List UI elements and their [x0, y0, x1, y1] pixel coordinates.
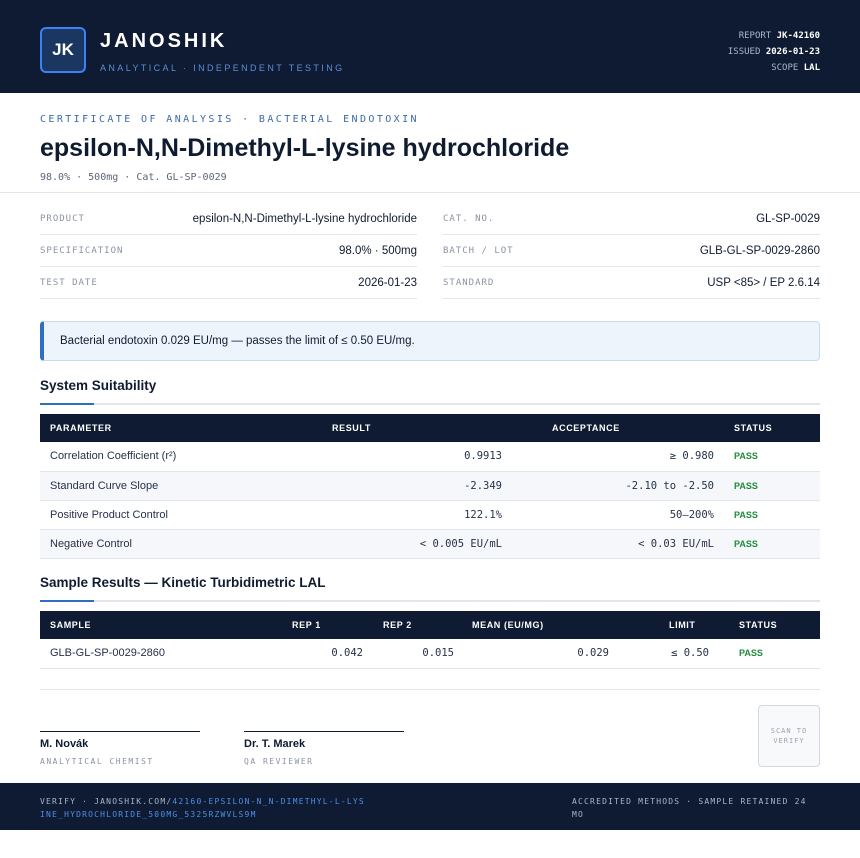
table-row: Correlation Coefficient (r²) 0.9913 ≥ 0.… [40, 442, 820, 472]
acceptance-cell: 50–200% [512, 500, 724, 530]
footer-note: ACCREDITED METHODS · SAMPLE RETAINED 24 … [572, 797, 807, 819]
table-header-row: SAMPLE REP 1 REP 2 MEAN (EU/MG) LIMIT ST… [40, 611, 820, 639]
info-product: PRODUCT epsilon-N,N-Dimethyl-L-lysine hy… [40, 203, 417, 235]
status-badge: PASS [724, 471, 820, 501]
acceptance-cell: ≥ 0.980 [512, 442, 724, 472]
suitability-table: PARAMETER RESULT ACCEPTANCE STATUS Corre… [40, 414, 820, 559]
info-cat-no: CAT. NO. GL-SP-0029 [443, 203, 820, 235]
samples-rule [40, 600, 820, 602]
verify-text: VERIFY · JANOSHIK.COM/42160-EPSILON-N_N-… [40, 795, 370, 821]
parameter-cell: Negative Control [40, 529, 322, 559]
info-value: 2026-01-23 [358, 276, 417, 289]
report-meta: REPORT JK-42160 ISSUED 2026-01-23 SCOPE … [728, 28, 820, 76]
column-header: REP 1 [292, 620, 321, 630]
signer-name: Dr. T. Marek [244, 738, 306, 750]
signer-role: QA REVIEWER [244, 757, 314, 766]
column-header: REP 2 [383, 620, 412, 630]
table-row: Positive Product Control 122.1% 50–200% … [40, 500, 820, 530]
report-label: REPORT [738, 31, 772, 41]
scope-row: SCOPE LAL [728, 60, 820, 76]
info-value: epsilon-N,N-Dimethyl-L-lysine hydrochlor… [192, 212, 417, 225]
table-row: GLB-GL-SP-0029-2860 0.042 0.015 0.029 ≤ … [40, 639, 820, 669]
info-label: SPECIFICATION [40, 245, 124, 256]
column-header: ACCEPTANCE [552, 423, 620, 433]
result-cell: -2.349 [322, 471, 512, 501]
acceptance-cell: -2.10 to -2.50 [512, 471, 724, 501]
brand-tagline: ANALYTICAL · INDEPENDENT TESTING [100, 63, 345, 73]
suitability-title: System Suitability [40, 378, 157, 393]
status-badge: PASS [724, 442, 820, 472]
info-standard: STANDARD USP <85> / EP 2.6.14 [443, 267, 820, 299]
info-value: GLB-GL-SP-0029-2860 [699, 244, 820, 257]
section-accent [40, 403, 94, 405]
scope-value: LAL [803, 63, 820, 73]
info-label: STANDARD [443, 277, 495, 288]
qr-caption: SCAN TO VERIFY [770, 727, 808, 745]
issued-label: ISSUED [727, 47, 761, 57]
table-row: Standard Curve Slope -2.349 -2.10 to -2.… [40, 471, 820, 501]
result-cell: 0.9913 [322, 442, 512, 472]
info-label: CAT. NO. [443, 213, 495, 224]
mean-cell: 0.029 [464, 639, 619, 669]
parameter-cell: Standard Curve Slope [40, 471, 322, 501]
status-badge: PASS [719, 639, 820, 669]
info-label: TEST DATE [40, 277, 98, 288]
qr-verify-code[interactable]: SCAN TO VERIFY [758, 705, 820, 767]
table-row: Negative Control < 0.005 EU/mL < 0.03 EU… [40, 529, 820, 559]
column-header: LIMIT [669, 620, 696, 630]
issued-row: ISSUED 2026-01-23 [728, 44, 820, 60]
rep2-cell: 0.015 [373, 639, 464, 669]
result-notice: Bacterial endotoxin 0.029 EU/mg — passes… [40, 321, 820, 361]
logo-badge: JK [40, 27, 86, 73]
info-specification: SPECIFICATION 98.0% · 500mg [40, 235, 417, 267]
signer-role: ANALYTICAL CHEMIST [40, 757, 154, 766]
report-header: JK JANOSHIK ANALYTICAL · INDEPENDENT TES… [0, 0, 860, 93]
signature-divider [40, 689, 820, 690]
rep1-cell: 0.042 [282, 639, 373, 669]
status-badge: PASS [724, 529, 820, 559]
title-divider [0, 192, 860, 193]
parameter-cell: Correlation Coefficient (r²) [40, 442, 322, 472]
result-cell: < 0.005 EU/mL [322, 529, 512, 559]
issued-date: 2026-01-23 [765, 47, 820, 57]
column-header: PARAMETER [50, 423, 112, 433]
sample-cell: GLB-GL-SP-0029-2860 [40, 639, 282, 669]
report-footer: VERIFY · JANOSHIK.COM/42160-EPSILON-N_N-… [0, 783, 860, 830]
column-header: SAMPLE [50, 620, 92, 630]
signer-name: M. Novák [40, 738, 89, 750]
info-batch: BATCH / LOT GLB-GL-SP-0029-2860 [443, 235, 820, 267]
suitability-rule [40, 403, 820, 405]
document-kicker: CERTIFICATE OF ANALYSIS · BACTERIAL ENDO… [40, 114, 419, 125]
limit-cell: ≤ 0.50 [619, 639, 719, 669]
column-header: STATUS [734, 423, 773, 433]
result-cell: 122.1% [322, 500, 512, 530]
info-value: USP <85> / EP 2.6.14 [707, 276, 820, 289]
column-header: STATUS [739, 620, 778, 630]
column-header: MEAN (EU/MG) [472, 620, 544, 630]
info-test-date: TEST DATE 2026-01-23 [40, 267, 417, 299]
report-id: JK-42160 [776, 31, 820, 41]
document-title: epsilon-N,N-Dimethyl-L-lysine hydrochlor… [40, 134, 570, 162]
info-value: GL-SP-0029 [756, 212, 820, 225]
status-badge: PASS [724, 500, 820, 530]
acceptance-cell: < 0.03 EU/mL [512, 529, 724, 559]
section-accent [40, 600, 94, 602]
parameter-cell: Positive Product Control [40, 500, 322, 530]
info-label: BATCH / LOT [443, 245, 514, 256]
info-value: 98.0% · 500mg [339, 244, 417, 257]
brand-name: JANOSHIK [100, 30, 228, 52]
signature-line [244, 731, 404, 732]
signature-line [40, 731, 200, 732]
column-header: RESULT [332, 423, 371, 433]
info-label: PRODUCT [40, 213, 85, 224]
document-subtitle: 98.0% · 500mg · Cat. GL-SP-0029 [40, 172, 227, 183]
samples-table: SAMPLE REP 1 REP 2 MEAN (EU/MG) LIMIT ST… [40, 611, 820, 669]
report-id-row: REPORT JK-42160 [728, 28, 820, 44]
scope-label: SCOPE [771, 63, 799, 73]
samples-title: Sample Results — Kinetic Turbidimetric L… [40, 575, 326, 590]
table-header-row: PARAMETER RESULT ACCEPTANCE STATUS [40, 414, 820, 442]
verify-prefix: VERIFY · JANOSHIK.COM/ [40, 797, 173, 806]
